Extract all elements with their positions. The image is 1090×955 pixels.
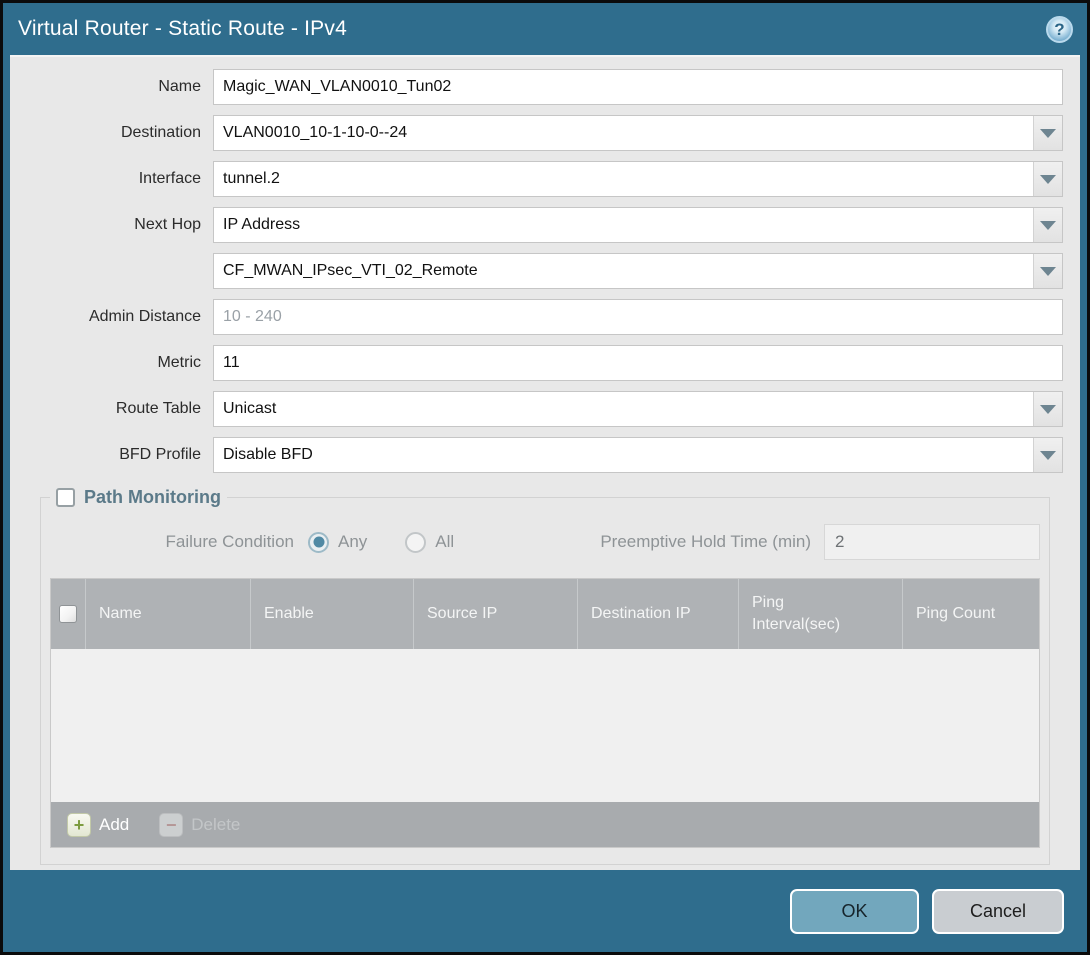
bfd-profile-field	[213, 437, 1063, 473]
column-label: Ping Interval(sec)	[752, 592, 852, 635]
form-row-name: Name	[10, 69, 1063, 105]
chevron-down-icon	[1040, 405, 1056, 414]
table-header-row: Name Enable Source IP Destination IP Pin…	[51, 579, 1039, 649]
failure-condition-any-label: Any	[338, 532, 367, 552]
bfd-profile-label: BFD Profile	[10, 446, 213, 464]
route-table-input[interactable]	[214, 392, 1033, 426]
ok-button[interactable]: OK	[790, 889, 919, 934]
dialog-footer: OK Cancel	[3, 870, 1087, 952]
add-button[interactable]: + Add	[61, 813, 135, 837]
failure-condition-label: Failure Condition	[50, 532, 308, 552]
chevron-down-icon	[1040, 221, 1056, 230]
table-toolbar: + Add − Delete	[51, 802, 1039, 847]
table-header-checkbox-cell	[51, 579, 85, 649]
chevron-down-icon	[1040, 451, 1056, 460]
select-all-checkbox[interactable]	[59, 605, 77, 623]
next-hop-label: Next Hop	[10, 216, 213, 234]
delete-button[interactable]: − Delete	[153, 813, 246, 837]
failure-condition-all-radio[interactable]	[405, 532, 426, 553]
chevron-down-icon	[1040, 175, 1056, 184]
name-field	[213, 69, 1063, 105]
dialog-content: Name Destination Interface Next Hop	[10, 55, 1080, 870]
route-table-dropdown-button[interactable]	[1033, 392, 1062, 426]
path-monitoring-legend: Path Monitoring	[50, 487, 227, 508]
bfd-profile-input[interactable]	[214, 438, 1033, 472]
preemptive-hold-time-label: Preemptive Hold Time (min)	[600, 532, 824, 552]
admin-distance-field	[213, 299, 1063, 335]
form-row-admin-distance: Admin Distance	[10, 299, 1063, 335]
column-label: Name	[99, 605, 142, 623]
dialog-titlebar: Virtual Router - Static Route - IPv4 ?	[3, 3, 1087, 55]
bfd-profile-dropdown-button[interactable]	[1033, 438, 1062, 472]
route-table-label: Route Table	[10, 400, 213, 418]
chevron-down-icon	[1040, 129, 1056, 138]
metric-label: Metric	[10, 354, 213, 372]
destination-label: Destination	[10, 124, 213, 142]
column-label: Source IP	[427, 605, 497, 623]
cancel-button[interactable]: Cancel	[932, 889, 1064, 934]
destination-field	[213, 115, 1063, 151]
name-label: Name	[10, 78, 213, 96]
table-header-source-ip[interactable]: Source IP	[413, 579, 577, 649]
column-label: Enable	[264, 605, 314, 623]
table-header-name[interactable]: Name	[85, 579, 250, 649]
form-row-next-hop: Next Hop	[10, 207, 1063, 243]
form-row-bfd-profile: BFD Profile	[10, 437, 1063, 473]
failure-condition-any-radio[interactable]	[308, 532, 329, 553]
interface-dropdown-button[interactable]	[1033, 162, 1062, 196]
interface-field	[213, 161, 1063, 197]
form-row-destination: Destination	[10, 115, 1063, 151]
metric-input[interactable]	[214, 346, 1062, 380]
interface-label: Interface	[10, 170, 213, 188]
add-plus-icon: +	[67, 813, 91, 837]
admin-distance-label: Admin Distance	[10, 308, 213, 326]
path-monitoring-options-row: Failure Condition Any All Preemptive Hol…	[50, 524, 1040, 560]
next-hop-address-input[interactable]	[214, 254, 1033, 288]
path-monitoring-checkbox[interactable]	[56, 488, 75, 507]
delete-minus-icon: −	[159, 813, 183, 837]
table-body-empty	[51, 649, 1039, 802]
table-header-ping-count[interactable]: Ping Count	[902, 579, 1039, 649]
chevron-down-icon	[1040, 267, 1056, 276]
add-button-label: Add	[99, 815, 129, 835]
delete-button-label: Delete	[191, 815, 240, 835]
next-hop-address-dropdown-button[interactable]	[1033, 254, 1062, 288]
dialog-title: Virtual Router - Static Route - IPv4	[18, 17, 347, 41]
destination-dropdown-button[interactable]	[1033, 116, 1062, 150]
form-row-metric: Metric	[10, 345, 1063, 381]
path-monitoring-title: Path Monitoring	[84, 487, 221, 508]
next-hop-address-field	[213, 253, 1063, 289]
table-header-destination-ip[interactable]: Destination IP	[577, 579, 738, 649]
destination-input[interactable]	[214, 116, 1033, 150]
next-hop-type-dropdown-button[interactable]	[1033, 208, 1062, 242]
static-route-dialog: Virtual Router - Static Route - IPv4 ? N…	[0, 0, 1090, 955]
preemptive-hold-time-input[interactable]	[824, 524, 1040, 560]
help-icon[interactable]: ?	[1046, 16, 1073, 43]
path-monitoring-table: Name Enable Source IP Destination IP Pin…	[50, 578, 1040, 848]
next-hop-type-field	[213, 207, 1063, 243]
column-label: Destination IP	[591, 605, 691, 623]
path-monitoring-section: Path Monitoring Failure Condition Any Al…	[40, 487, 1050, 865]
form-row-route-table: Route Table	[10, 391, 1063, 427]
form-row-next-hop-address	[10, 253, 1063, 289]
failure-condition-all-label: All	[435, 532, 454, 552]
table-header-ping-interval[interactable]: Ping Interval(sec)	[738, 579, 902, 649]
table-header-enable[interactable]: Enable	[250, 579, 413, 649]
name-input[interactable]	[214, 70, 1062, 104]
metric-field	[213, 345, 1063, 381]
next-hop-type-input[interactable]	[214, 208, 1033, 242]
column-label: Ping Count	[916, 605, 995, 623]
admin-distance-input[interactable]	[214, 300, 1062, 334]
route-table-field	[213, 391, 1063, 427]
form-row-interface: Interface	[10, 161, 1063, 197]
interface-input[interactable]	[214, 162, 1033, 196]
